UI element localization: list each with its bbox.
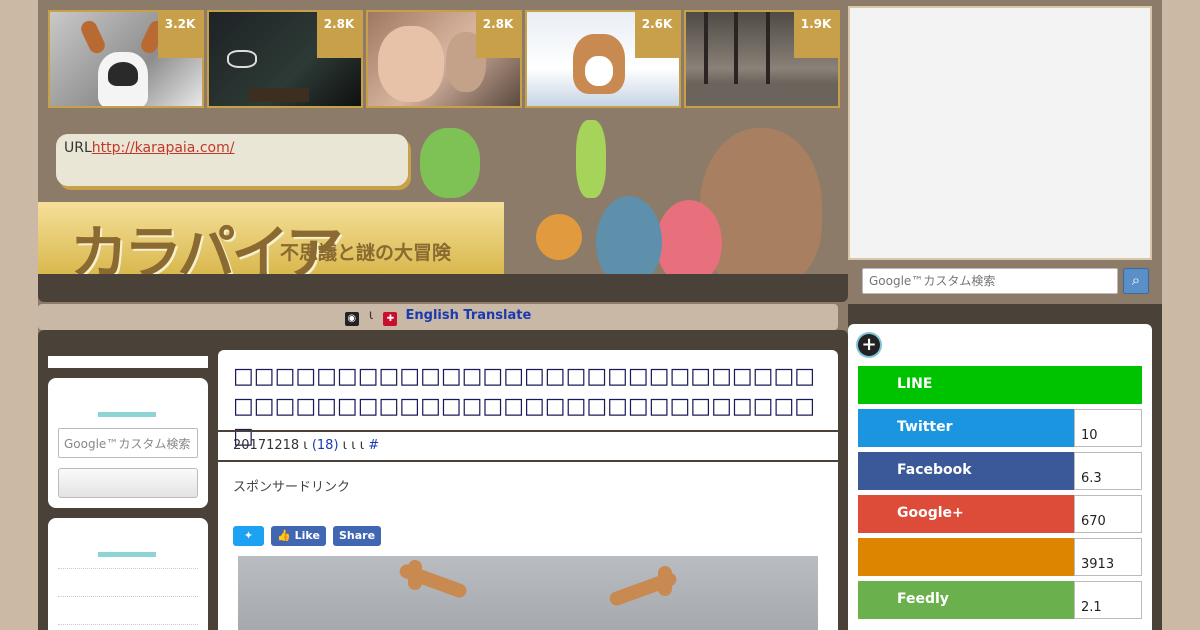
translate-separator: ι: [368, 308, 374, 323]
popular-count: 3.2K: [158, 12, 202, 58]
sidebar-heading-line: [98, 412, 156, 417]
mascot-green-fairy-small: [420, 128, 480, 198]
popular-thumb[interactable]: 2.8K: [366, 10, 522, 108]
share-googleplus-count: 670: [1074, 495, 1142, 533]
ad-banner[interactable]: [848, 6, 1152, 260]
share-feedly-label: Feedly: [858, 581, 1074, 619]
logo-tagline: 不思議と謎の大冒険: [280, 242, 452, 264]
article: □□□□□□□□□□□□□□□□□□□□□□□□□□□□□□□□□□□□□□□□…: [218, 350, 838, 630]
share-feedly-count: 2.1: [1074, 581, 1142, 619]
globe-icon: ◉: [344, 312, 359, 326]
comment-count-link[interactable]: (18): [312, 438, 339, 453]
mascot-brown-bird: [700, 128, 822, 288]
share-buttons: ✦ 👍 Like Share: [233, 526, 383, 546]
share-facebook-count: 6.3: [1074, 452, 1142, 490]
share-twitter[interactable]: Twitter 10: [858, 409, 1142, 447]
sidebar-search-input[interactable]: Google™カスタム検索: [58, 428, 198, 458]
antler-shape: [408, 560, 422, 590]
popular-count: 2.8K: [317, 12, 361, 58]
corgi-face: [585, 56, 613, 86]
mascot-green-fairy: [576, 120, 606, 198]
sidebar-strip: [48, 356, 208, 368]
share-hatena-count: 3913: [1074, 538, 1142, 576]
tweet-button[interactable]: ✦: [233, 526, 264, 546]
magnifier-icon: ⌕: [1131, 271, 1141, 289]
sidebar-divider: [58, 568, 198, 569]
translate-bar: ◉ ι ✚ English Translate: [38, 304, 838, 330]
sidebar-search-box: Google™カスタム検索: [48, 378, 208, 508]
share-hatena[interactable]: 3913: [858, 538, 1142, 576]
share-facebook-label: Facebook: [858, 452, 1074, 490]
social-share-panel: + LINE Twitter 10 Facebook 6.3 Google+ 6…: [848, 324, 1152, 630]
header-search: ⌕: [862, 268, 1149, 294]
antler-left: [78, 18, 108, 56]
english-translate-link[interactable]: English Translate: [406, 308, 532, 323]
share-twitter-count: 10: [1074, 409, 1142, 447]
popular-thumb[interactable]: 3.2K: [48, 10, 204, 108]
ground-shape: [249, 88, 309, 102]
popular-thumb[interactable]: 1.9K: [684, 10, 840, 108]
share-googleplus-label: Google+: [858, 495, 1074, 533]
facebook-share-button[interactable]: Share: [333, 526, 382, 546]
article-meta: 20171218 ι (18) ι ι ι #: [218, 430, 838, 462]
like-label: Like: [294, 529, 320, 542]
twitter-bird-icon: ✦: [243, 529, 254, 542]
sidebar-search-button[interactable]: [58, 468, 198, 498]
ash-ground: [686, 84, 838, 106]
url-label: URL: [64, 140, 92, 156]
facebook-like-button[interactable]: 👍 Like: [271, 526, 326, 546]
site-url-link[interactable]: http://karapaia.com/: [92, 140, 235, 156]
popular-thumb[interactable]: 2.6K: [525, 10, 681, 108]
thumbs-up-icon: 👍: [277, 529, 291, 542]
tree-shape: [734, 12, 738, 92]
sketch-shape: [227, 50, 257, 68]
hash-link[interactable]: #: [368, 438, 379, 453]
sidebar-heading-line: [98, 552, 156, 557]
share-facebook[interactable]: Facebook 6.3: [858, 452, 1142, 490]
site-url-box: URLhttp://karapaia.com/: [56, 134, 408, 186]
article-date: 20171218 ι: [233, 438, 308, 453]
header-bottom-bar: [38, 274, 848, 302]
husky-mask: [108, 62, 138, 86]
sidebar-divider: [58, 596, 198, 597]
search-input[interactable]: [862, 268, 1118, 294]
plus-icon[interactable]: +: [858, 334, 880, 356]
sponsored-link-label: スポンサードリンク: [233, 480, 351, 495]
popular-count: 2.6K: [635, 12, 679, 58]
tree-shape: [766, 12, 770, 92]
share-line-label: LINE: [858, 366, 1142, 404]
meta-separator: ι ι ι: [338, 438, 369, 453]
share-hatena-label: [858, 538, 1074, 576]
antler-shape: [658, 566, 672, 596]
uk-flag-icon: ✚: [383, 312, 398, 326]
mascot-orange-bird: [536, 214, 582, 260]
tree-shape: [704, 12, 708, 92]
search-button[interactable]: ⌕: [1123, 268, 1149, 294]
site-logo[interactable]: カラパイア 不思議と謎の大冒険: [38, 202, 504, 287]
share-line[interactable]: LINE: [858, 366, 1142, 404]
popular-thumb[interactable]: 2.8K: [207, 10, 363, 108]
share-twitter-label: Twitter: [858, 409, 1074, 447]
popular-articles: 3.2K 2.8K 2.8K 2.6K 1.9K: [48, 10, 840, 108]
sidebar-divider: [58, 624, 198, 625]
share-googleplus[interactable]: Google+ 670: [858, 495, 1142, 533]
share-feedly[interactable]: Feedly 2.1: [858, 581, 1142, 619]
child-face: [378, 26, 444, 102]
popular-count: 2.8K: [476, 12, 520, 58]
article-hero-image: [238, 556, 818, 630]
popular-count: 1.9K: [794, 12, 838, 58]
sidebar-links-box: [48, 518, 208, 630]
